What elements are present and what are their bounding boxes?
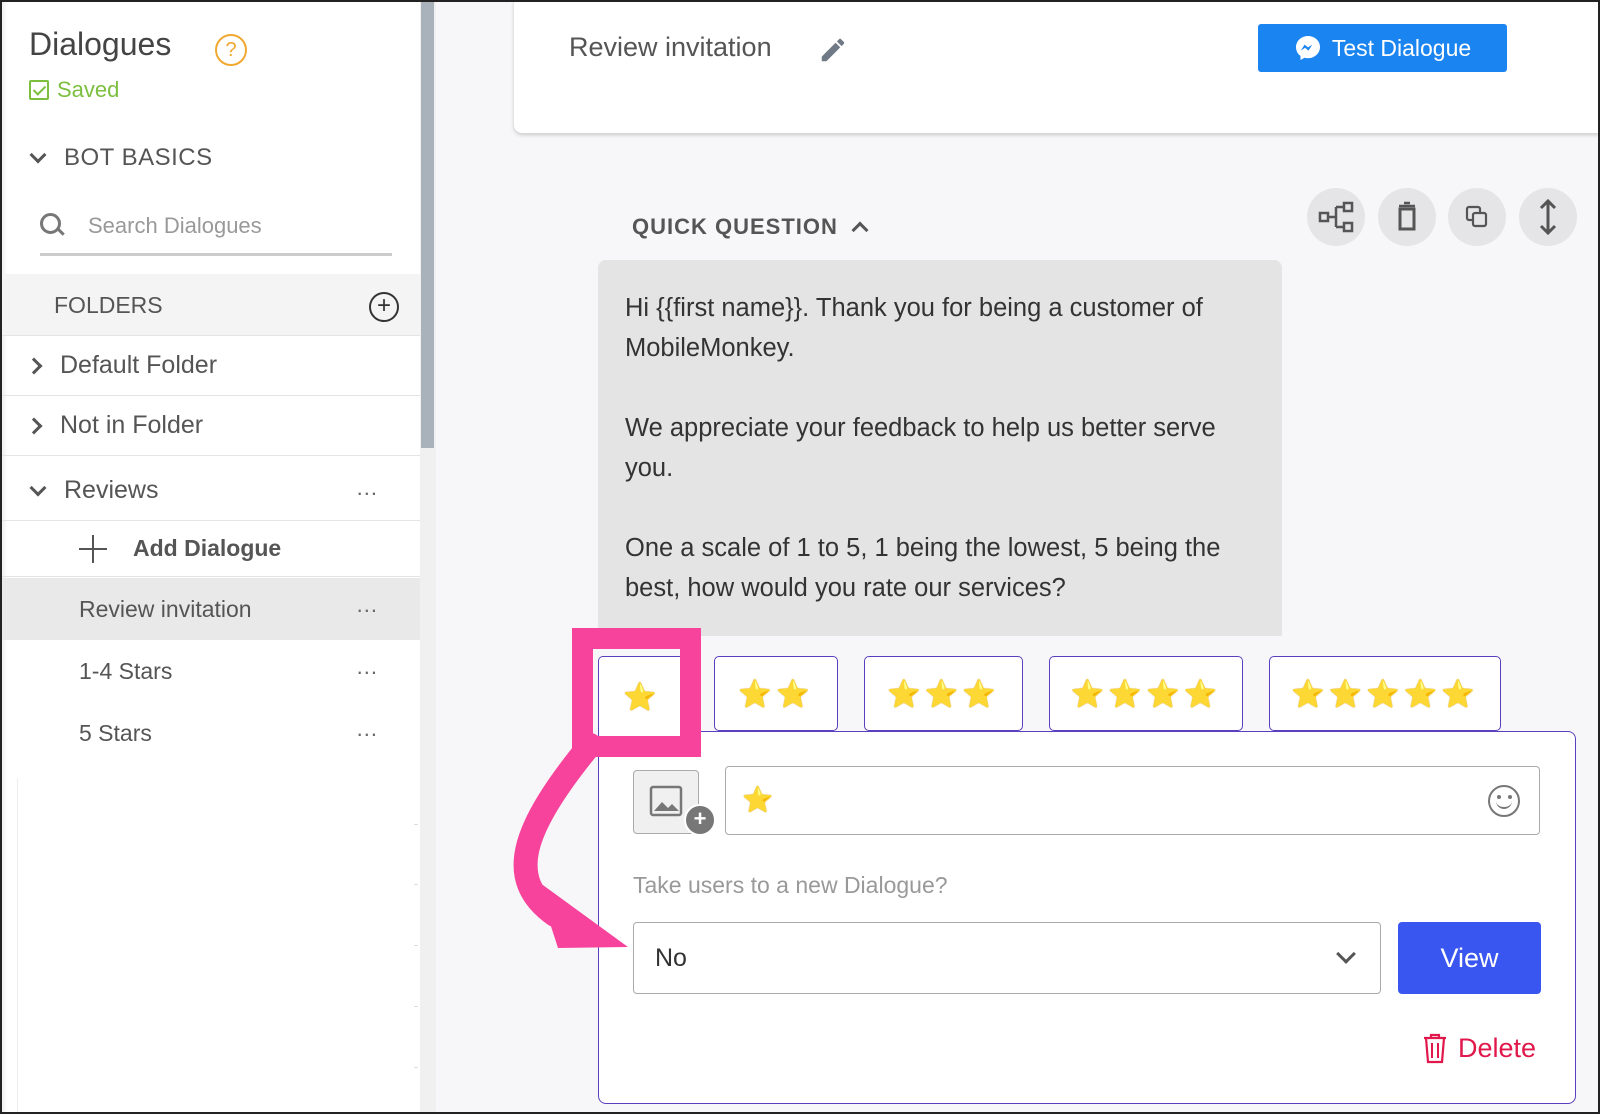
annotation-highlight-box bbox=[572, 628, 701, 757]
folder-reviews[interactable]: Reviews ... bbox=[0, 461, 420, 521]
chevron-right-icon bbox=[25, 357, 43, 374]
quick-reply-5-stars[interactable]: ⭐⭐⭐⭐⭐ bbox=[1269, 656, 1501, 731]
reply-text-input[interactable]: ⭐ bbox=[725, 766, 1540, 835]
more-options-icon[interactable]: ... bbox=[357, 716, 378, 742]
more-options-icon[interactable]: ... bbox=[357, 654, 378, 680]
image-icon bbox=[649, 785, 683, 817]
message-paragraph: Hi {{first name}}. Thank you for being a… bbox=[625, 294, 1203, 362]
connections-button[interactable] bbox=[1307, 188, 1365, 246]
sidebar-title: Dialogues bbox=[29, 26, 172, 62]
dialogue-select[interactable]: No bbox=[633, 922, 1381, 994]
add-dialogue-button[interactable]: Add Dialogue bbox=[0, 521, 420, 577]
trash-icon bbox=[1398, 201, 1416, 231]
dialogue-item-1-4-stars[interactable]: 1-4 Stars ... bbox=[0, 640, 420, 702]
folder-name: Not in Folder bbox=[60, 411, 204, 439]
trash-icon bbox=[1424, 1033, 1446, 1064]
plus-badge-icon[interactable]: + bbox=[684, 804, 716, 836]
saved-status: Saved bbox=[29, 77, 119, 103]
folders-header: FOLDERS bbox=[0, 274, 420, 336]
test-dialogue-button[interactable]: Test Dialogue bbox=[1258, 24, 1507, 72]
divider-tick bbox=[414, 1006, 418, 1007]
widget-type-toggle[interactable]: QUICK QUESTION bbox=[632, 214, 869, 240]
sidebar-scrollbar-thumb[interactable] bbox=[421, 0, 434, 448]
plus-icon bbox=[79, 534, 107, 563]
star-rating-text: ⭐⭐⭐⭐⭐ bbox=[1290, 678, 1480, 709]
section-label: BOT BASICS bbox=[64, 144, 213, 171]
folder-name: Default Folder bbox=[60, 351, 218, 379]
chevron-down-icon bbox=[29, 146, 47, 164]
view-button[interactable]: View bbox=[1398, 922, 1541, 994]
divider-tick bbox=[414, 1067, 418, 1068]
new-dialogue-question: Take users to a new Dialogue? bbox=[633, 872, 948, 898]
message-bubble[interactable]: Hi {{first name}}. Thank you for being a… bbox=[598, 260, 1282, 636]
help-icon[interactable]: ? bbox=[215, 34, 247, 66]
messenger-icon bbox=[1295, 36, 1320, 60]
copy-widget-button[interactable] bbox=[1448, 188, 1506, 246]
divider-tick bbox=[414, 945, 418, 946]
add-dialogue-label: Add Dialogue bbox=[133, 535, 282, 561]
star-rating-text: ⭐⭐⭐ bbox=[887, 678, 1000, 709]
search-input[interactable] bbox=[88, 212, 378, 239]
widget-type-label: QUICK QUESTION bbox=[632, 214, 838, 239]
quick-reply-4-stars[interactable]: ⭐⭐⭐⭐ bbox=[1049, 656, 1243, 731]
delete-label: Delete bbox=[1458, 1032, 1537, 1063]
test-dialogue-label: Test Dialogue bbox=[1331, 34, 1472, 61]
resize-vertical-icon bbox=[1539, 198, 1557, 236]
more-options-icon[interactable]: ... bbox=[357, 475, 378, 501]
section-bot-basics[interactable]: BOT BASICS bbox=[29, 144, 213, 172]
dialogue-item-5-stars[interactable]: 5 Stars ... bbox=[0, 702, 420, 764]
dialogue-name: 5 Stars bbox=[79, 719, 152, 746]
saved-label: Saved bbox=[57, 77, 120, 102]
delete-reply-button[interactable]: Delete bbox=[1422, 1032, 1536, 1064]
search-bar bbox=[40, 198, 392, 256]
more-options-icon[interactable]: ... bbox=[357, 592, 378, 618]
search-icon bbox=[40, 212, 66, 239]
checkbox-checked-icon bbox=[29, 80, 49, 100]
sidebar-empty-area bbox=[17, 778, 420, 1114]
copy-icon bbox=[1465, 205, 1488, 228]
chevron-down-icon bbox=[29, 479, 47, 496]
dialogue-name: Review invitation bbox=[79, 595, 252, 622]
folder-not-in-folder[interactable]: Not in Folder bbox=[0, 396, 420, 456]
delete-widget-button[interactable] bbox=[1378, 188, 1436, 246]
resize-widget-button[interactable] bbox=[1519, 188, 1577, 246]
reply-text-value: ⭐ bbox=[742, 786, 774, 814]
divider-tick bbox=[414, 824, 418, 825]
chevron-up-icon bbox=[851, 221, 869, 239]
dialogue-item-review-invitation[interactable]: Review invitation ... bbox=[0, 578, 420, 640]
folder-default[interactable]: Default Folder bbox=[0, 336, 420, 396]
star-rating-text: ⭐⭐⭐⭐ bbox=[1070, 678, 1222, 709]
sidebar: Dialogues ? Saved BOT BASICS FOLDERS Def… bbox=[0, 0, 420, 1114]
star-rating-text: ⭐⭐ bbox=[738, 678, 814, 709]
dialogue-name: 1-4 Stars bbox=[79, 657, 173, 684]
pencil-icon[interactable] bbox=[818, 35, 848, 65]
folders-label: FOLDERS bbox=[54, 292, 163, 318]
folder-name: Reviews bbox=[64, 476, 159, 504]
chevron-right-icon bbox=[25, 417, 43, 434]
emoji-picker-icon[interactable] bbox=[1488, 785, 1520, 817]
dialogue-title[interactable]: Review invitation bbox=[569, 32, 772, 63]
add-folder-icon[interactable]: + bbox=[369, 292, 399, 322]
divider-tick bbox=[414, 884, 418, 885]
message-paragraph: One a scale of 1 to 5, 1 being the lowes… bbox=[625, 534, 1221, 602]
quick-reply-3-stars[interactable]: ⭐⭐⭐ bbox=[864, 656, 1023, 731]
connections-icon bbox=[1318, 201, 1354, 233]
select-value: No bbox=[655, 943, 687, 972]
quick-reply-2-stars[interactable]: ⭐⭐ bbox=[714, 656, 838, 731]
message-paragraph: We appreciate your feedback to help us b… bbox=[625, 414, 1216, 482]
